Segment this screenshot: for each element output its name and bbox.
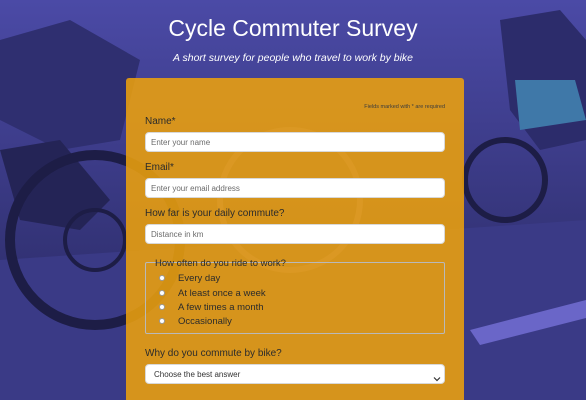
radio-weekly[interactable]: [159, 290, 165, 296]
reason-select[interactable]: Choose the best answer: [145, 364, 445, 384]
radio-occasionally[interactable]: [159, 318, 165, 324]
email-input[interactable]: [145, 178, 445, 198]
survey-form: Fields marked with * are required Name* …: [126, 78, 464, 400]
radio-every-day[interactable]: [159, 275, 165, 281]
distance-label: How far is your daily commute?: [145, 208, 285, 219]
frequency-option-monthly[interactable]: A few times a month: [159, 300, 264, 314]
required-fields-note: Fields marked with * are required: [364, 104, 445, 110]
reason-select-value: Choose the best answer: [154, 370, 241, 379]
radio-label-every-day: Every day: [178, 272, 221, 284]
email-label: Email*: [145, 162, 174, 173]
radio-label-monthly: A few times a month: [178, 301, 264, 313]
reason-label: Why do you commute by bike?: [145, 348, 282, 359]
distance-input[interactable]: [145, 224, 445, 244]
frequency-legend: How often do you ride to work?: [155, 258, 286, 269]
frequency-option-every-day[interactable]: Every day: [159, 271, 220, 285]
radio-label-occasionally: Occasionally: [178, 315, 232, 327]
page-title: Cycle Commuter Survey: [168, 15, 418, 41]
chevron-down-icon: [433, 370, 441, 382]
name-label: Name*: [145, 116, 176, 127]
frequency-fieldset: How often do you ride to work? Every day…: [145, 258, 445, 334]
name-input[interactable]: [145, 132, 445, 152]
radio-label-weekly: At least once a week: [178, 287, 266, 299]
frequency-option-weekly[interactable]: At least once a week: [159, 286, 266, 300]
page-subtitle: A short survey for people who travel to …: [172, 52, 414, 64]
radio-monthly[interactable]: [159, 304, 165, 310]
frequency-option-occasionally[interactable]: Occasionally: [159, 314, 232, 328]
